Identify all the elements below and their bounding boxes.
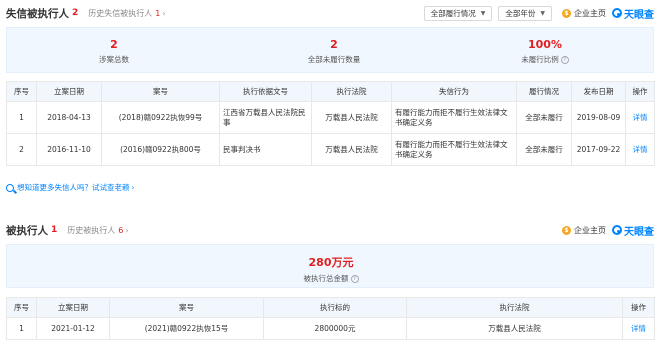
year-filter-value: 全部年份	[505, 8, 536, 18]
enterprise-home-link[interactable]: $ 企业主页	[562, 225, 606, 236]
col-header: 立案日期	[36, 81, 102, 102]
col-header: 执行法院	[406, 297, 623, 318]
section-title: 失信被执行人	[6, 7, 69, 20]
enterprise-label: 企业主页	[574, 225, 606, 235]
chevron-right-icon: ›	[125, 225, 129, 235]
stat-unfulfilled-ratio: 100% 未履行比例?	[465, 38, 625, 65]
col-header: 操作	[622, 297, 655, 318]
question-icon[interactable]: ?	[560, 56, 569, 64]
col-header: 发布日期	[571, 81, 626, 102]
section-count: 1	[51, 225, 58, 235]
enterprise-icon: $	[562, 8, 571, 18]
col-header: 履行情况	[516, 81, 572, 102]
stat-total-cases: 2 涉案总数	[99, 38, 129, 64]
executed-section-header: 被执行人 1 历史被执行人 6 ›	[6, 221, 129, 239]
question-icon[interactable]: ?	[350, 275, 359, 283]
chevron-right-icon: ›	[162, 8, 166, 18]
chevron-right-icon: ›	[131, 183, 135, 192]
detail-link[interactable]: 详情	[625, 133, 655, 166]
section-title: 被执行人	[6, 224, 48, 237]
eye-logo-icon	[612, 8, 622, 18]
dishonest-summary: 2 涉案总数 2 全部未履行数量 100% 未履行比例?	[6, 27, 654, 73]
eye-logo-icon	[612, 225, 622, 235]
col-header: 执行依据文号	[219, 81, 312, 102]
history-executed-link[interactable]: 历史被执行人 6 ›	[67, 225, 128, 236]
col-header: 案号	[101, 81, 220, 102]
table-row: 1 2018-04-13 (2018)赣0922执恢99号 江西省万载县人民法院…	[6, 101, 655, 134]
year-filter-dropdown[interactable]: 全部年份 ▼	[498, 5, 552, 21]
history-count: 6	[118, 225, 124, 235]
tianyancha-logo: 天眼查	[612, 223, 654, 238]
history-label: 历史失信被执行人	[88, 8, 153, 18]
dishonest-section-header: 失信被执行人 2 历史失信被执行人 1 ›	[6, 4, 166, 22]
find-more-dishonest-link[interactable]: 想知道更多失信人吗？试试查老赖 ›	[6, 182, 135, 193]
caret-down-icon: ▼	[480, 9, 486, 17]
executed-summary: 280万元 被执行总金额?	[6, 244, 654, 288]
detail-link[interactable]: 详情	[622, 317, 655, 340]
executed-toolbar: $ 企业主页 天眼查	[552, 221, 654, 239]
table-header-row: 序号 立案日期 案号 执行标的 执行法院 操作	[6, 297, 655, 318]
enterprise-icon: $	[562, 225, 571, 235]
history-count: 1	[155, 8, 161, 18]
col-header: 序号	[6, 81, 37, 102]
stat-unfulfilled-count: 2 全部未履行数量	[307, 38, 361, 64]
search-icon	[6, 183, 14, 192]
executed-table: 序号 立案日期 案号 执行标的 执行法院 操作 1 2021-01-12 (20…	[6, 297, 655, 340]
history-dishonest-link[interactable]: 历史失信被执行人 1 ›	[88, 8, 165, 19]
col-header: 案号	[109, 297, 264, 318]
col-header: 立案日期	[36, 297, 110, 318]
caret-down-icon: ▼	[540, 9, 545, 17]
status-filter-value: 全部履行情况	[430, 8, 476, 18]
table-row: 1 2021-01-12 (2021)赣0922执恢15号 2800000元 万…	[6, 317, 655, 340]
enterprise-label: 企业主页	[574, 8, 606, 18]
col-header: 操作	[625, 81, 655, 102]
tianyancha-logo: 天眼查	[612, 6, 654, 21]
col-header: 执行法院	[311, 81, 392, 102]
stat-total-amount: 280万元 被执行总金额?	[251, 254, 411, 284]
history-label: 历史被执行人	[67, 225, 116, 235]
detail-link[interactable]: 详情	[625, 101, 655, 134]
table-header-row: 序号 立案日期 案号 执行依据文号 执行法院 失信行为 履行情况 发布日期 操作	[6, 81, 655, 102]
col-header: 执行标的	[263, 297, 407, 318]
status-filter-dropdown[interactable]: 全部履行情况 ▼	[423, 5, 493, 21]
col-header: 序号	[6, 297, 37, 318]
enterprise-home-link[interactable]: $ 企业主页	[562, 8, 606, 19]
dishonest-toolbar: 全部履行情况 ▼ 全部年份 ▼ $ 企业主页 天眼查	[418, 4, 654, 22]
col-header: 失信行为	[391, 81, 517, 102]
section-count: 2	[72, 8, 79, 18]
dishonest-table: 序号 立案日期 案号 执行依据文号 执行法院 失信行为 履行情况 发布日期 操作…	[6, 81, 655, 166]
table-row: 2 2016-11-10 (2016)赣0922执800号 民事判决书 万载县人…	[6, 133, 655, 166]
